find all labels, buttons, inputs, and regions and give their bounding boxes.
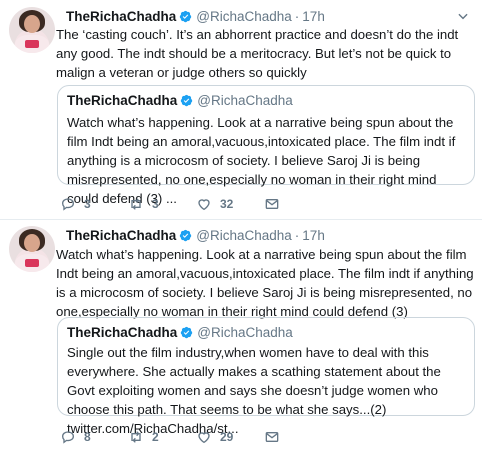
timestamp[interactable]: 17h (302, 228, 325, 243)
reply-button[interactable]: 3 (60, 196, 128, 212)
author-name[interactable]: TheRichaChadha (66, 228, 176, 243)
author-handle[interactable]: @RichaChadha (196, 228, 292, 243)
quoted-tweet-header: TheRichaChadha @RichaChadha (67, 93, 293, 108)
like-button[interactable]: 29 (196, 429, 264, 445)
message-button[interactable] (264, 196, 294, 212)
avatar[interactable] (9, 226, 55, 272)
reply-icon (61, 198, 75, 211)
retweet-button[interactable]: 3 (128, 196, 196, 212)
message-button[interactable] (264, 429, 294, 445)
quoted-author-name: TheRichaChadha (67, 93, 178, 108)
verified-badge-icon (180, 10, 192, 22)
timestamp[interactable]: 17h (302, 9, 325, 24)
quoted-tweet[interactable]: TheRichaChadha @RichaChadha Watch what’s… (57, 85, 475, 206)
reply-count: 3 (84, 197, 91, 211)
tweet-header: TheRichaChadha @RichaChadha · 17h (66, 226, 325, 244)
verified-badge-icon (181, 94, 193, 107)
retweet-count: 2 (152, 430, 159, 444)
retweet-icon (131, 431, 141, 443)
reply-button[interactable]: 8 (60, 429, 128, 445)
quoted-author-name: TheRichaChadha (67, 325, 178, 340)
reply-icon (61, 431, 75, 444)
quoted-tweet-header: TheRichaChadha @RichaChadha (67, 325, 293, 340)
envelope-icon (265, 432, 279, 442)
heart-icon (198, 432, 210, 444)
quoted-tweet[interactable]: TheRichaChadha @RichaChadha Single out t… (57, 317, 475, 436)
like-button[interactable]: 32 (196, 196, 264, 212)
retweet-button[interactable]: 2 (128, 429, 196, 445)
quoted-tweet-text: Single out the film industry,when women … (67, 345, 441, 436)
verified-badge-icon (181, 326, 193, 339)
tweet-actions: 3 3 32 (60, 195, 294, 213)
tweet-1[interactable]: TheRichaChadha @RichaChadha · 17h The ‘c… (0, 0, 482, 218)
quoted-tweet-text: Watch what’s happening. Look at a narrat… (67, 115, 456, 206)
chevron-down-icon[interactable] (456, 9, 470, 23)
separator-dot: · (294, 227, 300, 243)
envelope-icon (265, 199, 279, 209)
quoted-author-handle: @RichaChadha (197, 93, 293, 108)
verified-badge-icon (180, 229, 192, 241)
author-name[interactable]: TheRichaChadha (66, 9, 176, 24)
tweet-text: The ‘casting couch’. It’s an abhorrent p… (56, 27, 459, 80)
tweet-2[interactable]: TheRichaChadha @RichaChadha · 17h Watch … (0, 220, 482, 450)
reply-count: 8 (84, 430, 91, 444)
tweet-actions: 8 2 29 (60, 428, 294, 446)
heart-icon (198, 199, 210, 211)
tweet-text: Watch what’s happening. Look at a narrat… (56, 247, 474, 319)
retweet-count: 3 (152, 197, 159, 211)
like-count: 32 (220, 197, 234, 211)
quoted-author-handle: @RichaChadha (197, 325, 293, 340)
author-handle[interactable]: @RichaChadha (196, 9, 292, 24)
retweet-icon (131, 198, 141, 210)
tweet-header: TheRichaChadha @RichaChadha · 17h (66, 7, 325, 25)
like-count: 29 (220, 430, 234, 444)
avatar[interactable] (9, 7, 55, 53)
separator-dot: · (294, 8, 300, 24)
